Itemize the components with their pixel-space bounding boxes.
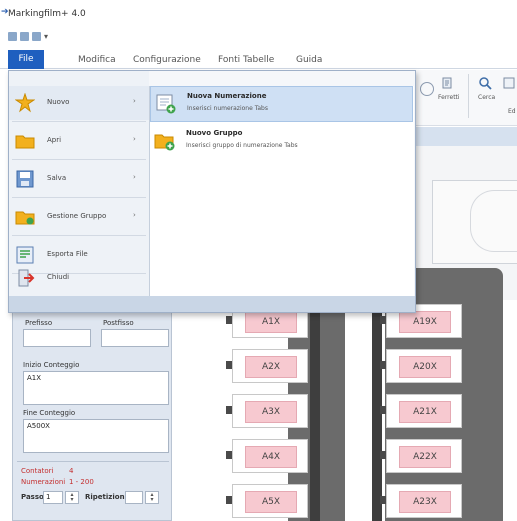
menu-item-label: Salva: [47, 174, 67, 182]
ribbon-circle-icon[interactable]: [420, 82, 434, 96]
end-count-input[interactable]: A500X: [23, 419, 169, 453]
ribbon-label-ed: Ed: [508, 108, 516, 115]
repeat-stepper[interactable]: ▴ ▾: [145, 491, 159, 504]
quick-access-dropdown-icon[interactable]: ▾: [44, 32, 52, 41]
properties-panel: Prefisso Postfisso Inizio Conteggio A1X …: [12, 300, 172, 521]
marker-cell[interactable]: A2X: [232, 349, 308, 383]
submenu-arrow-icon: ›: [133, 173, 136, 181]
submenu-item-title: Nuova Numerazione: [187, 92, 267, 100]
submenu-item-nuovo-gruppo[interactable]: Nuovo Gruppo Inserisci gruppo di numeraz…: [150, 124, 413, 160]
prefix-input[interactable]: [23, 329, 91, 347]
panel-divider: [17, 461, 169, 462]
tab-fonti-tabelle[interactable]: Fonti Tabelle: [218, 55, 274, 65]
tab-configurazione[interactable]: Configurazione: [133, 55, 201, 65]
marker-label: A19X: [399, 311, 451, 333]
folder-group-icon: [15, 211, 35, 225]
submenu-arrow-icon: ›: [133, 97, 136, 105]
app-title: Markingfilm+ 4.0: [8, 9, 86, 19]
menu-item-label: Esporta File: [47, 250, 88, 258]
suffix-input[interactable]: [101, 329, 169, 347]
numbering-label: Numerazioni: [21, 478, 66, 486]
quick-save-icon[interactable]: [20, 32, 29, 41]
step-label: Passo: [21, 493, 44, 501]
marker-cell[interactable]: A21X: [386, 394, 462, 428]
app-logo-icon: ➔: [1, 7, 9, 17]
tab-guida[interactable]: Guida: [296, 55, 322, 65]
marker-label: A3X: [245, 401, 297, 423]
folder-open-icon: [15, 135, 35, 149]
new-numbering-icon: [156, 94, 176, 114]
ribbon-body: Ferretti Cerca Ed: [412, 70, 517, 126]
end-count-label: Fine Conteggio: [23, 409, 76, 417]
marker-cell[interactable]: A22X: [386, 439, 462, 473]
prefix-label: Prefisso: [25, 319, 53, 327]
menu-separator: [12, 159, 146, 160]
menu-item-label: Nuovo: [47, 98, 70, 106]
marker-cell[interactable]: A4X: [232, 439, 308, 473]
repeat-input[interactable]: [125, 491, 143, 504]
left-column-rail: [310, 300, 320, 521]
menu-item-gestione-gruppo[interactable]: Gestione Gruppo ›: [9, 200, 149, 234]
menu-separator: [12, 235, 146, 236]
marker-label: A23X: [399, 491, 451, 513]
repeat-label: Ripetizioni: [85, 493, 127, 501]
marker-label: A1X: [245, 311, 297, 333]
step-stepper[interactable]: ▴ ▾: [65, 491, 79, 504]
menu-item-apri[interactable]: Apri ›: [9, 124, 149, 158]
tab-file[interactable]: File: [8, 50, 44, 69]
marker-label: A5X: [245, 491, 297, 513]
menu-item-nuovo[interactable]: Nuovo ›: [9, 86, 149, 120]
numbering-range: 1 - 200: [69, 478, 94, 486]
counters-label: Contatori: [21, 467, 54, 475]
new-group-icon: [154, 134, 175, 151]
quick-access-toolbar: ▾: [8, 32, 52, 44]
ribbon-label-ferretti: Ferretti: [438, 94, 460, 101]
tab-modifica[interactable]: Modifica: [78, 55, 116, 65]
submenu-arrow-icon: ›: [133, 211, 136, 219]
submenu-item-description: Inserisci gruppo di numerazione Tabs: [186, 142, 298, 149]
menu-item-label: Gestione Gruppo: [47, 212, 107, 220]
submenu-item-nuova-numerazione[interactable]: Nuova Numerazione Inserisci numerazione …: [150, 86, 413, 122]
start-count-label: Inizio Conteggio: [23, 361, 80, 369]
menu-item-chiudi[interactable]: Chiudi: [9, 261, 149, 295]
marker-cell[interactable]: A5X: [232, 484, 308, 518]
ribbon-label-cerca: Cerca: [478, 94, 496, 101]
ribbon-group-strip: [412, 127, 517, 146]
marker-cell[interactable]: A20X: [386, 349, 462, 383]
menu-item-label: Apri: [47, 136, 62, 144]
marker-cell[interactable]: A3X: [232, 394, 308, 428]
new-star-icon: [15, 93, 35, 113]
menu-separator: [12, 121, 146, 122]
ribbon-divider: [468, 74, 469, 118]
marker-label: A20X: [399, 356, 451, 378]
file-menu-footer: [9, 296, 415, 312]
counters-value: 4: [69, 467, 74, 475]
submenu-item-title: Nuovo Gruppo: [186, 129, 243, 137]
menu-separator: [12, 197, 146, 198]
exit-icon: [18, 269, 35, 287]
step-input[interactable]: 1: [43, 491, 63, 504]
marker-label: A2X: [245, 356, 297, 378]
quick-new-icon[interactable]: [8, 32, 17, 41]
menu-item-salva[interactable]: Salva ›: [9, 162, 149, 196]
quick-grid-icon[interactable]: [32, 32, 41, 41]
submenu-item-description: Inserisci numerazione Tabs: [187, 105, 268, 112]
save-icon: [16, 170, 34, 188]
marker-label: A4X: [245, 446, 297, 468]
ferretti-icon[interactable]: [440, 76, 454, 90]
marker-cell[interactable]: A23X: [386, 484, 462, 518]
edit-icon[interactable]: [502, 76, 516, 90]
suffix-label: Postfisso: [103, 319, 134, 327]
marker-label: A21X: [399, 401, 451, 423]
marker-label: A22X: [399, 446, 451, 468]
start-count-input[interactable]: A1X: [23, 371, 169, 405]
submenu-arrow-icon: ›: [133, 135, 136, 143]
menu-item-label: Chiudi: [47, 273, 70, 281]
preview-shape: [470, 190, 517, 252]
search-icon[interactable]: [478, 76, 492, 90]
